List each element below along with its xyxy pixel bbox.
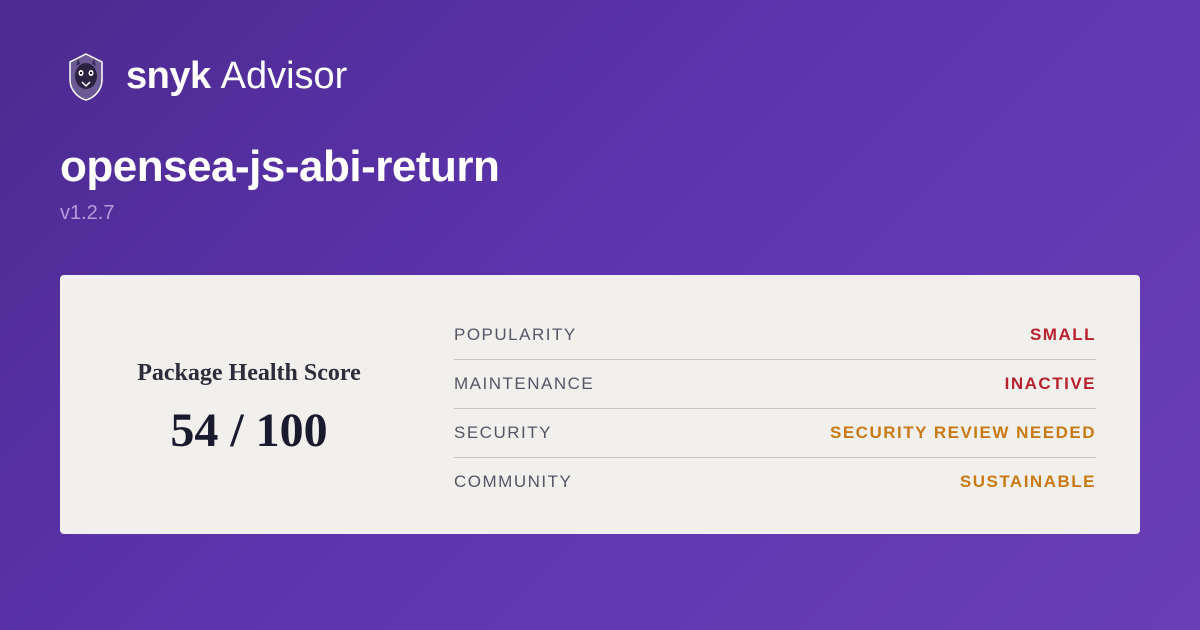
metric-value: SUSTAINABLE bbox=[960, 472, 1096, 492]
snyk-logo-icon bbox=[60, 50, 112, 102]
metric-row: SECURITY SECURITY REVIEW NEEDED bbox=[454, 409, 1096, 458]
score-value: 54 / 100 bbox=[170, 403, 327, 458]
metric-row: COMMUNITY SUSTAINABLE bbox=[454, 458, 1096, 506]
score-label: Package Health Score bbox=[137, 360, 361, 387]
metric-label: POPULARITY bbox=[454, 325, 577, 345]
metric-value: SECURITY REVIEW NEEDED bbox=[830, 423, 1096, 443]
metric-row: POPULARITY SMALL bbox=[454, 311, 1096, 360]
score-section: Package Health Score 54 / 100 bbox=[104, 311, 404, 506]
brand-light: Advisor bbox=[221, 55, 348, 98]
metric-label: MAINTENANCE bbox=[454, 374, 594, 394]
health-card: Package Health Score 54 / 100 POPULARITY… bbox=[60, 275, 1140, 534]
metrics-list: POPULARITY SMALL MAINTENANCE INACTIVE SE… bbox=[454, 311, 1096, 506]
package-version: v1.2.7 bbox=[60, 202, 1140, 225]
package-name: opensea-js-abi-return bbox=[60, 142, 1140, 192]
metric-value: SMALL bbox=[1030, 325, 1096, 345]
metric-row: MAINTENANCE INACTIVE bbox=[454, 360, 1096, 409]
metric-label: COMMUNITY bbox=[454, 472, 572, 492]
metric-value: INACTIVE bbox=[1005, 374, 1096, 394]
header: snyk Advisor bbox=[60, 50, 1140, 102]
metric-label: SECURITY bbox=[454, 423, 552, 443]
brand-text: snyk Advisor bbox=[126, 55, 347, 98]
brand-bold: snyk bbox=[126, 55, 211, 98]
